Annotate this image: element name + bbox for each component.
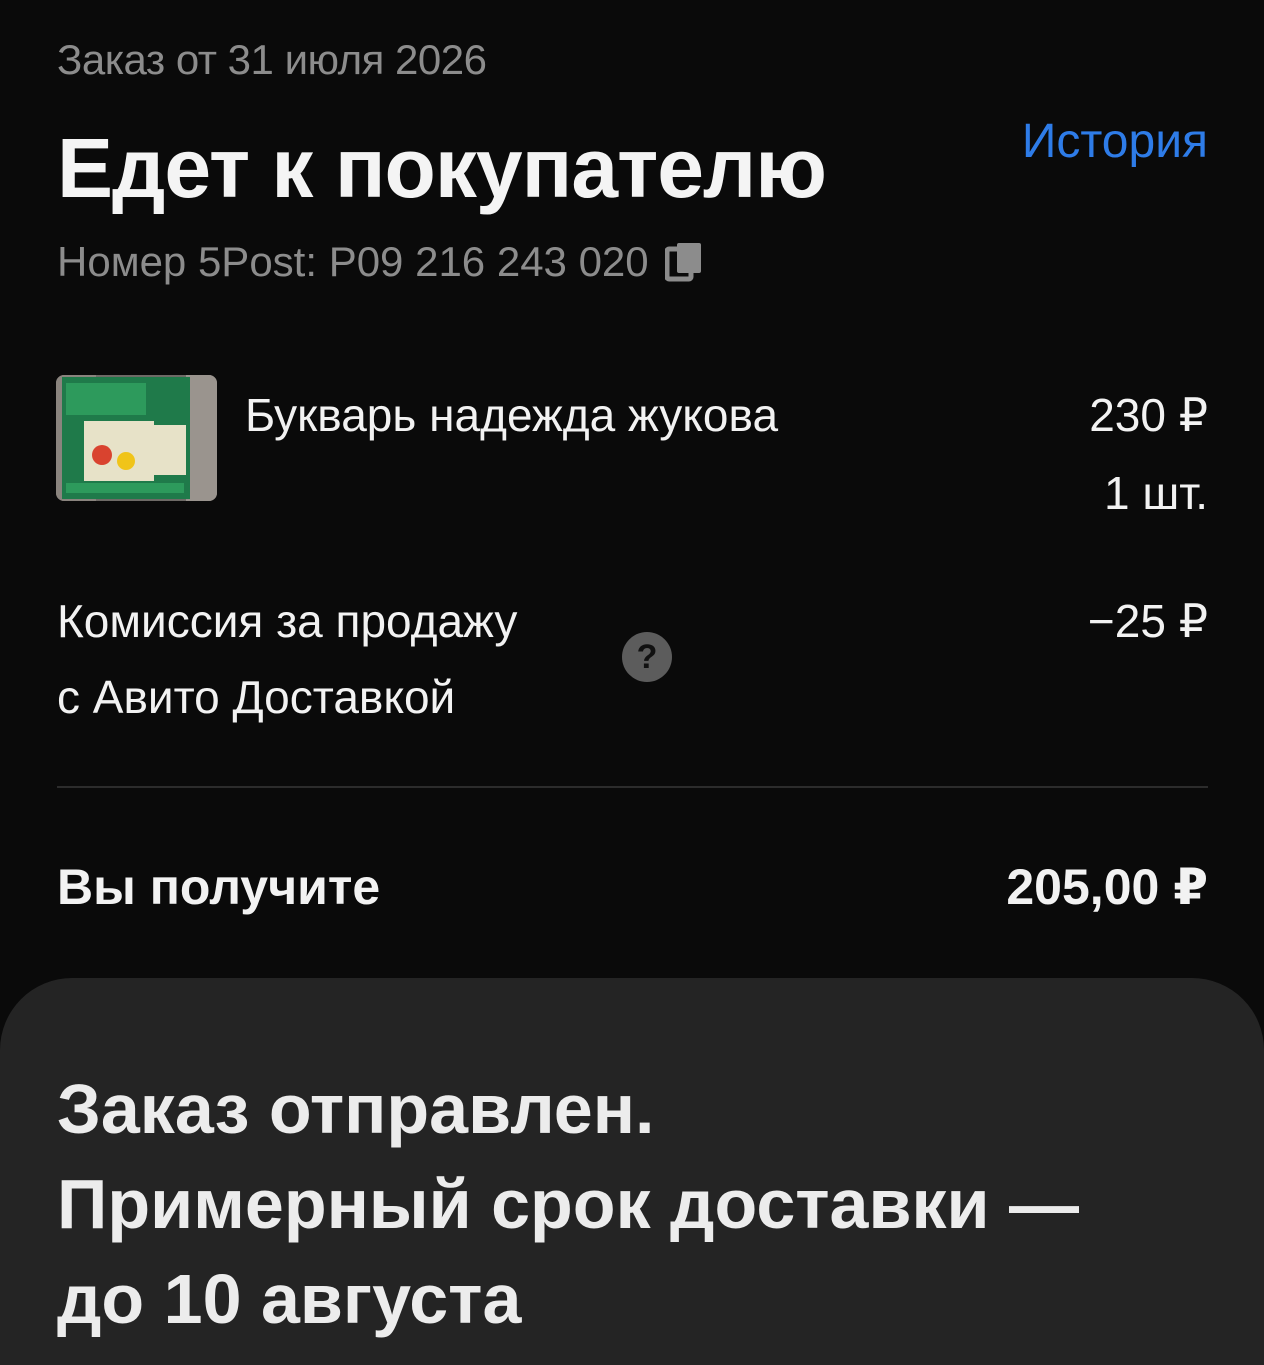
history-link[interactable]: История	[1022, 114, 1208, 169]
fee-label-line1: Комиссия за продажу	[57, 595, 518, 647]
item-thumbnail[interactable]	[56, 375, 217, 501]
payout-label: Вы получите	[57, 859, 381, 915]
item-name[interactable]: Букварь надежда жукова	[245, 388, 778, 442]
tracking-number-label: Номер 5Post: P09 216 243 020	[57, 238, 649, 285]
payout-amount: 205,00 ₽	[1006, 859, 1208, 915]
tracking-number-row: Номер 5Post: P09 216 243 020	[57, 238, 703, 286]
item-price: 230 ₽	[1089, 389, 1208, 441]
order-status-title: Едет к покупателю	[57, 121, 827, 215]
order-date: Заказ от 31 июля 2026	[57, 36, 487, 83]
fee-amount: −25 ₽	[1087, 595, 1208, 647]
delivery-notice: Заказ отправлен. Примерный срок доставки…	[57, 1062, 1217, 1347]
divider	[57, 786, 1208, 788]
copy-icon[interactable]	[664, 241, 703, 283]
fee-label-line2: с Авито Доставкой	[57, 671, 456, 723]
item-quantity: 1 шт.	[1103, 467, 1208, 519]
delivery-notice-line3: до 10 августа	[57, 1260, 522, 1338]
help-icon[interactable]: ?	[622, 632, 672, 682]
delivery-notice-line1: Заказ отправлен.	[57, 1070, 655, 1148]
delivery-notice-line2: Примерный срок доставки —	[57, 1165, 1080, 1243]
